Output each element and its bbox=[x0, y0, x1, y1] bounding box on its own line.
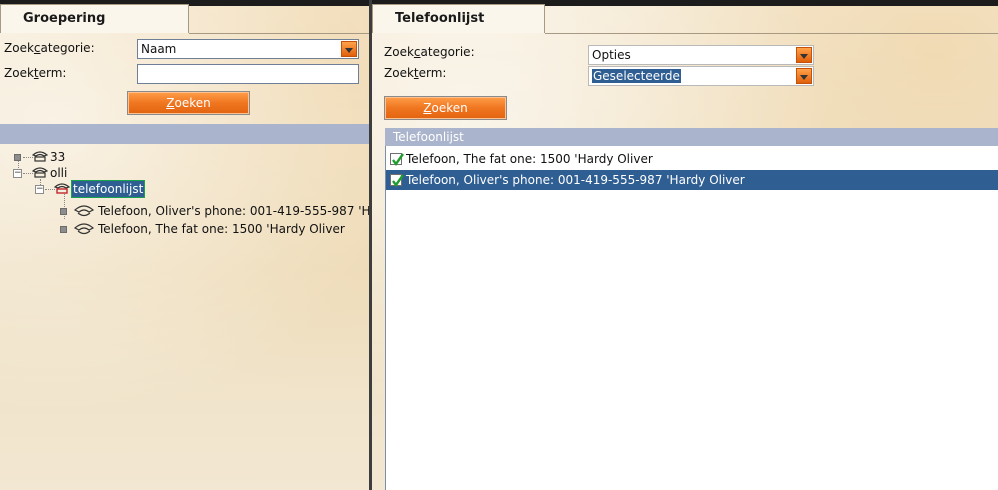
checkbox[interactable] bbox=[390, 153, 404, 167]
tree-item-phone[interactable]: Telefoon, The fat one: 1500 'Hardy Olive… bbox=[60, 221, 369, 237]
category-combobox[interactable]: Naam bbox=[137, 39, 359, 59]
tree-header-band bbox=[0, 124, 369, 144]
category-label: Zoekcategorie: bbox=[384, 45, 475, 59]
phone-icon bbox=[74, 223, 94, 235]
chevron-down-icon[interactable] bbox=[796, 47, 812, 63]
tree-item-label: telefoonlijst bbox=[70, 180, 146, 198]
search-button[interactable]: Zoeken bbox=[384, 96, 507, 120]
term-label: Zoekterm: bbox=[384, 66, 447, 80]
list-header: Telefoonlijst bbox=[385, 128, 998, 146]
tab-groepering-label: Groepering bbox=[23, 11, 106, 26]
phone-list-panel: Telefoonlijst Zoekcategorie: Opties Zoek… bbox=[372, 0, 998, 490]
tree-item-olli[interactable]: − olli bbox=[13, 165, 354, 181]
tree-item-33[interactable]: 33 bbox=[14, 149, 354, 165]
term-label: Zoekterm: bbox=[4, 66, 67, 80]
check-icon bbox=[392, 153, 404, 167]
checkbox[interactable] bbox=[390, 174, 404, 188]
grouping-panel: Groepering Zoekcategorie: Naam Zoekterm:… bbox=[0, 0, 369, 490]
list-item[interactable]: Telefoon, Oliver's phone: 001-419-555-98… bbox=[386, 170, 998, 190]
collapse-icon[interactable]: − bbox=[35, 185, 44, 194]
list-item-label: Telefoon, Oliver's phone: 001-419-555-98… bbox=[406, 173, 745, 187]
tree-item-phone[interactable]: Telefoon, Oliver's phone: 001-419-555-98… bbox=[60, 203, 369, 219]
check-icon bbox=[392, 174, 404, 188]
tab-rule bbox=[189, 33, 369, 34]
category-label: Zoekcategorie: bbox=[4, 41, 95, 55]
tree-item-label: 33 bbox=[50, 150, 66, 164]
phone-group-icon bbox=[32, 151, 48, 162]
tree-expander[interactable] bbox=[14, 154, 21, 161]
list-item[interactable]: Telefoon, The fat one: 1500 'Hardy Olive… bbox=[386, 149, 998, 169]
chevron-down-icon[interactable] bbox=[341, 41, 357, 57]
phone-list-icon bbox=[54, 183, 70, 194]
tree-expander[interactable] bbox=[60, 226, 67, 233]
tab-groepering[interactable]: Groepering bbox=[0, 4, 189, 33]
phone-list[interactable]: Telefoon, The fat one: 1500 'Hardy Olive… bbox=[385, 146, 998, 490]
tree-item-label: Telefoon, Oliver's phone: 001-419-555-98… bbox=[98, 204, 369, 218]
tree-expander[interactable] bbox=[60, 208, 67, 215]
tree-item-telefoonlijst[interactable]: − telefoonlijst bbox=[35, 180, 356, 198]
search-term-input[interactable] bbox=[137, 64, 359, 84]
chevron-down-icon[interactable] bbox=[796, 68, 812, 84]
tab-telefoonlijst-label: Telefoonlijst bbox=[395, 11, 485, 26]
category-combobox[interactable]: Opties bbox=[588, 45, 814, 65]
search-term-combobox[interactable]: Geselecteerde bbox=[588, 66, 814, 86]
category-value: Naam bbox=[141, 42, 177, 56]
tree-item-label: Telefoon, The fat one: 1500 'Hardy Olive… bbox=[98, 222, 345, 236]
list-item-label: Telefoon, The fat one: 1500 'Hardy Olive… bbox=[406, 152, 653, 166]
search-term-value: Geselecteerde bbox=[592, 69, 681, 83]
category-value: Opties bbox=[592, 48, 631, 62]
collapse-icon[interactable]: − bbox=[13, 169, 22, 178]
tab-rule bbox=[545, 33, 998, 34]
tree-item-label: olli bbox=[50, 166, 68, 180]
phone-group-icon bbox=[32, 167, 48, 178]
list-header-label: Telefoonlijst bbox=[393, 130, 464, 144]
phone-icon bbox=[74, 205, 94, 217]
search-button[interactable]: Zoeken bbox=[127, 91, 250, 115]
tab-telefoonlijst[interactable]: Telefoonlijst bbox=[372, 4, 545, 33]
